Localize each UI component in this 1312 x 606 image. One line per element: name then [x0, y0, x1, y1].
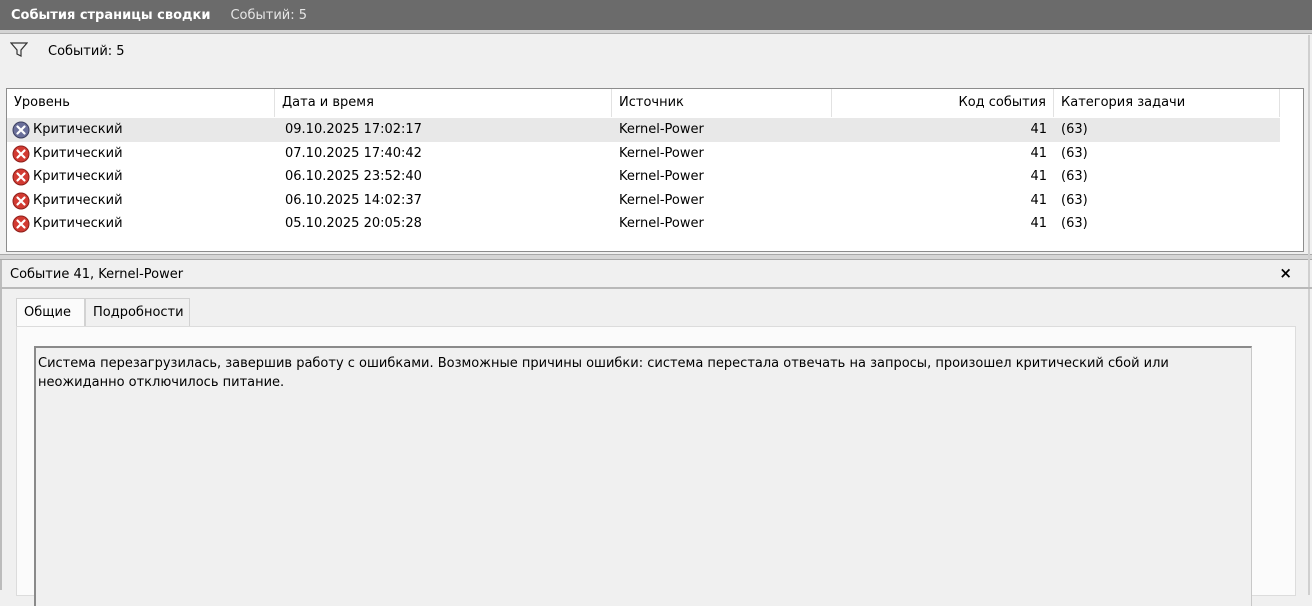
- column-header-event-id[interactable]: Код события: [832, 89, 1054, 117]
- cell-source: Kernel-Power: [619, 122, 704, 137]
- column-header-level[interactable]: Уровень: [7, 89, 275, 117]
- table-row[interactable]: Критический 06.10.2025 23:52:40 Kernel-P…: [7, 165, 1280, 189]
- cell-level: Критический: [33, 122, 123, 137]
- left-border: [0, 260, 2, 590]
- page-title: События страницы сводки: [11, 7, 211, 23]
- description-line-2: неожиданно отключилось питание.: [38, 375, 285, 390]
- cell-category: (63): [1061, 145, 1088, 161]
- critical-error-icon: [12, 121, 30, 139]
- cell-level: Критический: [33, 216, 123, 231]
- cell-level: Критический: [33, 192, 123, 208]
- event-detail-title: Событие 41, Kernel-Power: [0, 261, 1312, 289]
- cell-category: (63): [1061, 122, 1088, 137]
- title-event-count: Событий: 5: [230, 7, 308, 23]
- grid-header: Уровень Дата и время Источник Код событи…: [7, 89, 1285, 117]
- table-row[interactable]: Критический 07.10.2025 17:40:42 Kernel-P…: [7, 142, 1280, 166]
- cell-datetime: 05.10.2025 20:05:28: [285, 216, 422, 231]
- critical-error-icon: [12, 168, 30, 186]
- cell-datetime: 06.10.2025 14:02:37: [285, 192, 422, 208]
- table-row[interactable]: Критический 09.10.2025 17:02:17 Kernel-P…: [7, 118, 1280, 142]
- cell-level: Критический: [33, 145, 123, 161]
- cell-event-id: 41: [1030, 169, 1047, 184]
- cell-source: Kernel-Power: [619, 216, 704, 231]
- tab-general[interactable]: Общие: [16, 298, 85, 327]
- scrollbar-edge: [1308, 35, 1310, 595]
- column-header-category[interactable]: Категория задачи: [1054, 89, 1280, 117]
- cell-source: Kernel-Power: [619, 169, 704, 184]
- close-icon[interactable]: ×: [1279, 265, 1292, 281]
- column-header-datetime[interactable]: Дата и время: [275, 89, 612, 117]
- cell-category: (63): [1061, 192, 1088, 208]
- cell-source: Kernel-Power: [619, 145, 704, 161]
- critical-error-icon: [12, 145, 30, 162]
- description-line-1: Система перезагрузилась, завершив работу…: [38, 356, 1169, 371]
- cell-datetime: 06.10.2025 23:52:40: [285, 169, 422, 184]
- events-grid: Уровень Дата и время Источник Код событи…: [6, 88, 1304, 252]
- table-row[interactable]: Критический 06.10.2025 14:02:37 Kernel-P…: [7, 189, 1280, 213]
- filter-count-label: Событий: 5: [48, 44, 125, 59]
- cell-category: (63): [1061, 169, 1088, 184]
- cell-source: Kernel-Power: [619, 192, 704, 208]
- title-bar: События страницы сводки Событий: 5: [0, 0, 1312, 30]
- cell-level: Критический: [33, 169, 123, 184]
- cell-event-id: 41: [1030, 145, 1047, 161]
- filter-icon[interactable]: [10, 42, 28, 58]
- critical-error-icon: [12, 215, 30, 233]
- tab-details[interactable]: Подробности: [85, 298, 190, 326]
- splitter[interactable]: [0, 254, 1312, 260]
- cell-event-id: 41: [1030, 122, 1047, 137]
- cell-category: (63): [1061, 216, 1088, 231]
- cell-datetime: 07.10.2025 17:40:42: [285, 145, 422, 161]
- filter-bar: Событий: 5: [0, 35, 1312, 85]
- cell-event-id: 41: [1030, 192, 1047, 208]
- title-separator: [0, 30, 1312, 34]
- cell-event-id: 41: [1030, 216, 1047, 231]
- event-description[interactable]: Система перезагрузилась, завершив работу…: [34, 346, 1252, 606]
- column-header-source[interactable]: Источник: [612, 89, 832, 117]
- table-row[interactable]: Критический 05.10.2025 20:05:28 Kernel-P…: [7, 212, 1280, 236]
- cell-datetime: 09.10.2025 17:02:17: [285, 122, 422, 137]
- critical-error-icon: [12, 192, 30, 209]
